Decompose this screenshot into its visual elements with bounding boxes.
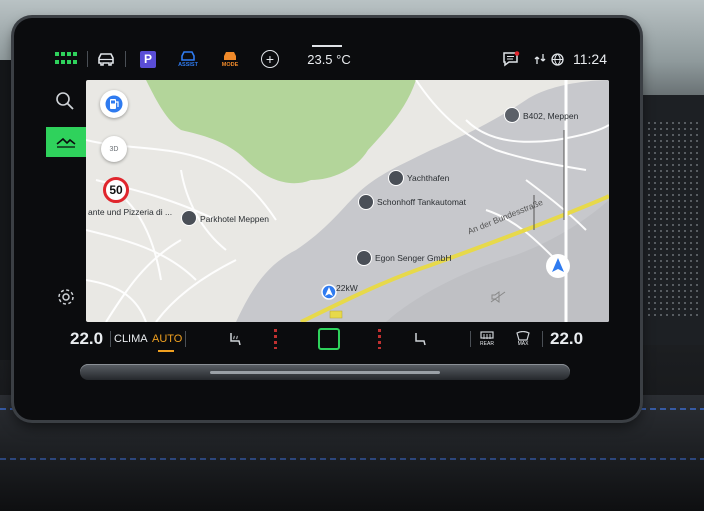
settings-gear-icon[interactable] [56,287,76,307]
assist-car-icon [181,50,195,61]
clima-button[interactable]: CLIMA [114,324,148,354]
view-3d-button[interactable]: 3D [101,136,127,162]
map-view-toggle[interactable] [46,127,86,157]
poi-label-tank: Schonhoff Tankautomat [377,197,467,207]
business-poi-icon[interactable] [356,250,372,266]
add-widget-button[interactable]: + [258,40,282,78]
outside-temperature-value: 23.5 °C [307,51,351,67]
voice-mute-icon[interactable] [490,290,506,303]
mode-car-icon [224,51,236,60]
temp-right-value: 22.0 [550,329,584,348]
parking-label: P [140,50,156,68]
speaker-grille [646,120,698,320]
clima-label: CLIMA [114,333,148,345]
vehicle-icon[interactable] [93,40,119,78]
climate-divider [110,331,111,347]
climate-divider [185,331,186,347]
marina-poi-icon[interactable] [388,170,404,186]
steering-wheel-heat-icon [415,333,426,346]
status-divider [87,51,88,67]
auto-active-indicator [158,350,174,352]
steering-heat-button[interactable] [413,324,427,354]
fuel-poi-icon[interactable] [358,194,374,210]
status-bar: P ASSIST MODE + 23.5 °C 11:24 [30,40,620,78]
temp-left-value: 22.0 [70,329,104,348]
temperature-indicator [312,45,342,47]
drive-mode-button[interactable]: MODE [215,40,245,78]
poi-label-egon: Egon Senger GmbH [375,253,452,263]
clock: 11:24 [570,40,610,78]
message-icon[interactable] [500,40,522,78]
fuel-station-button[interactable] [100,90,128,118]
temp-left-control[interactable]: 22.0 [70,324,103,354]
rear-defrost-icon [480,331,494,339]
climate-divider [542,331,543,347]
seat-heat-left-button[interactable] [228,324,242,354]
rear-label: REAR [480,341,494,347]
rear-defrost-button[interactable]: REAR [480,324,494,354]
view-3d-label: 3D [109,145,119,153]
climate-divider [470,331,471,347]
navigation-map[interactable]: 3D 50 B402, Meppen Yachthafen Schonhoff … [86,80,609,322]
parking-button[interactable]: P [138,40,158,78]
clock-time: 11:24 [573,51,607,67]
seat-heat-icon [230,333,241,346]
windshield-defrost-icon [516,331,530,341]
poi-label-hotel: Parkhotel Meppen [200,214,269,224]
parking-poi-icon[interactable] [504,107,520,123]
temp-right-control[interactable]: 22.0 [550,324,583,354]
status-divider [125,51,126,67]
fuel-pump-icon [105,95,123,113]
max-defrost-button[interactable]: MAX [516,324,530,354]
climate-bar: 22.0 CLIMA AUTO REAR MAX 22.0 [30,324,620,354]
map-layers-icon [56,137,76,148]
hotel-poi-icon[interactable] [181,210,197,226]
app-grid-icon[interactable] [52,40,80,78]
speed-limit-sign: 50 [103,177,129,203]
side-navigation [46,82,86,320]
home-button[interactable] [318,328,340,350]
volume-slider-track[interactable] [210,371,440,374]
seat-stitching-lower [0,458,704,460]
connectivity-icon[interactable] [532,40,548,78]
poi-label-pizzeria: ante und Pizzeria di ... [88,207,173,217]
plus-icon: + [261,50,279,68]
speed-limit-value: 50 [109,183,123,197]
max-label: MAX [517,341,529,347]
seat-heat-left-level [274,329,277,349]
seat-heat-right-level [378,329,381,349]
online-services-icon[interactable] [549,40,565,78]
mode-label: MODE [221,61,239,68]
poi-label-meppen: B402, Meppen [523,111,579,121]
assist-button[interactable]: ASSIST [172,40,204,78]
poi-label-yachthafen: Yachthafen [407,173,450,183]
poi-label-charging: 22kW [336,283,358,293]
auto-label: AUTO [152,333,183,345]
assist-label: ASSIST [178,61,198,68]
search-icon[interactable] [54,90,76,112]
